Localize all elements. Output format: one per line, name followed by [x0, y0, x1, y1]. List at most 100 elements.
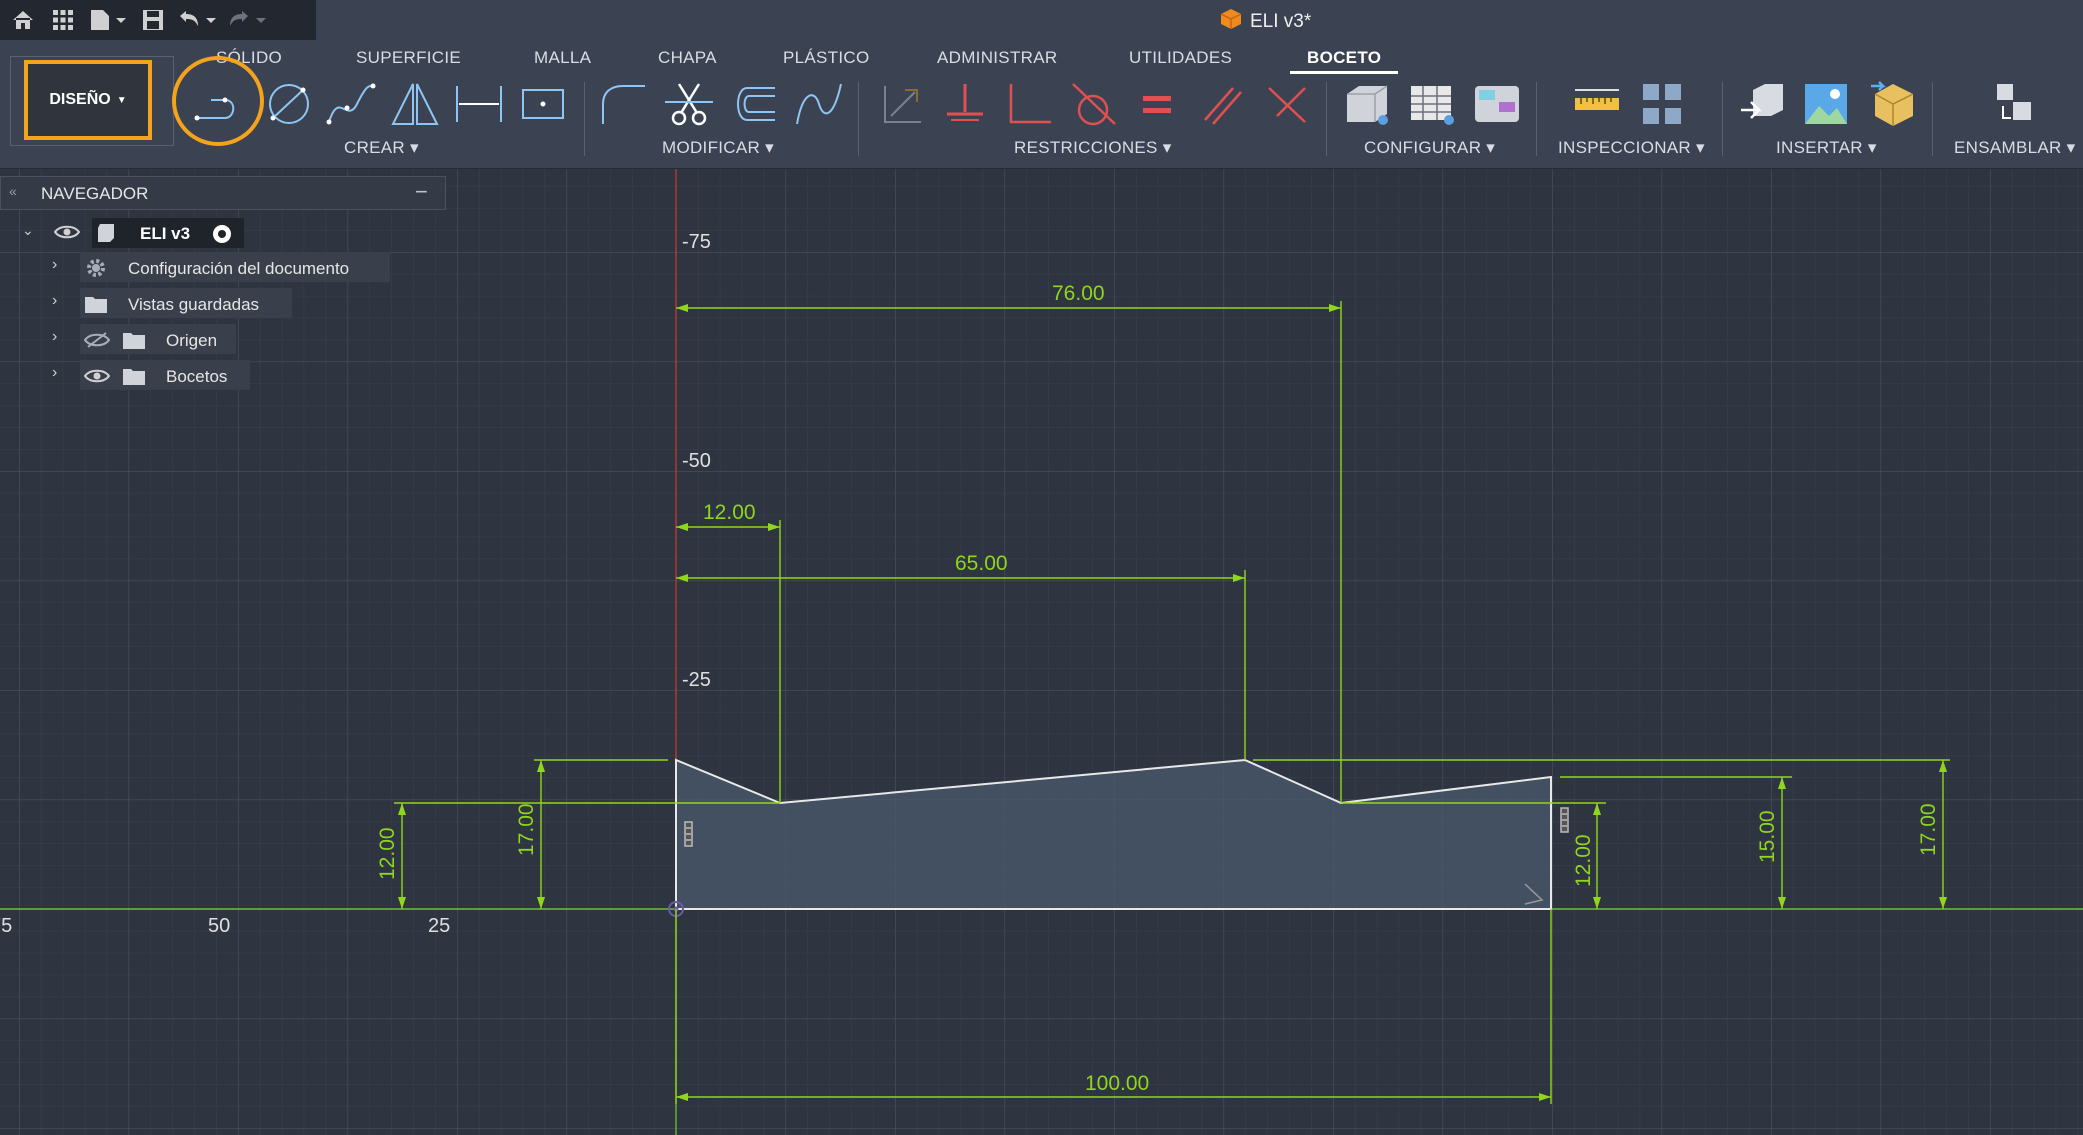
ribbon-separator — [1536, 82, 1537, 156]
spline-tool-icon[interactable] — [324, 78, 378, 130]
home-icon[interactable] — [6, 3, 40, 37]
equal-icon[interactable] — [1130, 78, 1184, 130]
folder-icon — [122, 366, 146, 391]
document-title: ELI v3* — [1220, 8, 1311, 36]
expand-root-chevron-icon[interactable]: ⌄ — [22, 222, 34, 239]
group-insertar[interactable]: INSERTAR ▾ — [1776, 138, 1877, 158]
dimension-100[interactable]: 100.00 — [1085, 1072, 1149, 1095]
ribbon-separator — [1932, 82, 1933, 156]
document-title-text: ELI v3* — [1250, 11, 1312, 32]
interference-icon[interactable] — [1636, 78, 1690, 130]
tool-highlight-circle — [172, 56, 264, 146]
configure-table-icon[interactable] — [1406, 78, 1460, 130]
ground-constraint-icon[interactable] — [938, 78, 992, 130]
dimension-17-left[interactable]: 17.00 — [515, 803, 538, 856]
gear-icon — [84, 256, 108, 285]
tab-plastico[interactable]: PLÁSTICO — [783, 48, 869, 68]
nav-item-origin[interactable]: Origen — [166, 331, 217, 351]
ribbon-separator — [1326, 82, 1327, 156]
expand-chevron-icon[interactable]: › — [52, 364, 57, 382]
tab-superficie[interactable]: SUPERFICIE — [356, 48, 461, 68]
tick-h-75: 75 — [0, 915, 12, 937]
measure-icon[interactable] — [1570, 78, 1624, 130]
workspace-label: DISEÑO — [49, 91, 111, 108]
expand-chevron-icon[interactable]: › — [52, 256, 57, 274]
eye-icon[interactable] — [53, 224, 81, 245]
chevron-down-icon: ▼ — [116, 94, 127, 106]
offset-tool-icon[interactable] — [726, 78, 780, 130]
eye-icon[interactable] — [83, 368, 111, 389]
tab-administrar[interactable]: ADMINISTRAR — [937, 48, 1057, 68]
title-bar: ELI v3* — [0, 0, 2083, 40]
collinear-icon[interactable] — [1260, 78, 1314, 130]
group-restricciones[interactable]: RESTRICCIONES ▾ — [1014, 138, 1172, 158]
folder-icon — [122, 330, 146, 355]
fillet-tool-icon[interactable] — [596, 78, 650, 130]
dimension-65[interactable]: 65.00 — [955, 552, 1008, 575]
circle-tool-icon[interactable] — [260, 78, 314, 130]
tick-h-50: 50 — [208, 915, 230, 937]
navigator-header: « NAVEGADOR − — [0, 176, 446, 210]
eye-hidden-icon[interactable] — [83, 332, 111, 353]
minimize-panel-icon[interactable]: − — [415, 179, 428, 205]
insert-image-icon[interactable] — [1800, 78, 1854, 130]
dimension-12-right[interactable]: 12.00 — [1572, 834, 1595, 887]
tangent-icon[interactable] — [1066, 78, 1120, 130]
group-crear[interactable]: CREAR ▾ — [344, 138, 419, 158]
perpendicular-icon[interactable] — [1002, 78, 1056, 130]
ribbon-separator — [1722, 82, 1723, 156]
active-tab-indicator — [1290, 71, 1398, 74]
redo-icon[interactable] — [226, 3, 270, 37]
navigator-title: NAVEGADOR — [41, 184, 149, 203]
collapse-panel-icon[interactable]: « — [9, 183, 17, 199]
curve-tool-icon[interactable] — [792, 78, 846, 130]
expand-chevron-icon[interactable]: › — [52, 328, 57, 346]
fix-constraint-icon[interactable] — [874, 78, 928, 130]
group-ensamblar[interactable]: ENSAMBLAR ▾ — [1954, 138, 2075, 158]
workspace-switcher-button[interactable]: DISEÑO ▼ — [24, 60, 152, 140]
dimension-15-right[interactable]: 15.00 — [1756, 810, 1779, 863]
tab-utilidades[interactable]: UTILIDADES — [1129, 48, 1232, 68]
ribbon-separator — [584, 82, 585, 156]
tick-h-25: 25 — [428, 915, 450, 937]
dimension-12-left[interactable]: 12.00 — [376, 827, 399, 880]
root-component-label[interactable]: ELI v3 — [140, 224, 190, 244]
folder-icon — [84, 294, 108, 319]
dimension-76[interactable]: 76.00 — [1052, 282, 1105, 305]
group-modificar[interactable]: MODIFICAR ▾ — [662, 138, 774, 158]
configure-box-icon[interactable] — [1340, 78, 1394, 130]
tab-malla[interactable]: MALLA — [534, 48, 591, 68]
expand-chevron-icon[interactable]: › — [52, 292, 57, 310]
save-icon[interactable] — [136, 3, 170, 37]
trim-scissors-icon[interactable] — [662, 78, 716, 130]
file-menu-icon[interactable] — [86, 3, 130, 37]
nav-item-document-settings[interactable]: Configuración del documento — [128, 259, 349, 279]
insert-mesh-icon[interactable] — [1866, 78, 1920, 130]
nav-item-sketches[interactable]: Bocetos — [166, 367, 227, 387]
insert-derive-icon[interactable] — [1736, 78, 1790, 130]
ribbon-separator — [858, 82, 859, 156]
document-cube-icon — [1220, 8, 1242, 36]
nav-item-saved-views[interactable]: Vistas guardadas — [128, 295, 259, 315]
apps-grid-icon[interactable] — [46, 3, 80, 37]
sketch-dimension-icon[interactable] — [452, 78, 506, 130]
tick-v-50: -50 — [682, 450, 711, 472]
group-inspeccionar[interactable]: INSPECCIONAR ▾ — [1558, 138, 1705, 158]
undo-icon[interactable] — [176, 3, 220, 37]
sketch-canvas[interactable]: -75 -50 -25 75 50 25 — [0, 168, 2083, 1135]
group-configurar[interactable]: CONFIGURAR ▾ — [1364, 138, 1495, 158]
dimension-12-top[interactable]: 12.00 — [703, 501, 756, 524]
mirror-tool-icon[interactable] — [388, 78, 442, 130]
assemble-joint-icon[interactable] — [1990, 78, 2044, 130]
component-icon — [96, 222, 116, 247]
rectangle-tool-icon[interactable] — [516, 78, 570, 130]
tab-boceto[interactable]: BOCETO — [1307, 48, 1381, 68]
quick-access-toolbar — [0, 0, 316, 40]
dimension-17-right[interactable]: 17.00 — [1917, 803, 1940, 856]
tick-v-25: -25 — [682, 669, 711, 691]
configure-rules-icon[interactable] — [1470, 78, 1524, 130]
tick-v-75: -75 — [682, 231, 711, 253]
active-component-radio-icon[interactable] — [212, 224, 232, 249]
tab-chapa[interactable]: CHAPA — [658, 48, 717, 68]
parallel-icon[interactable] — [1196, 78, 1250, 130]
